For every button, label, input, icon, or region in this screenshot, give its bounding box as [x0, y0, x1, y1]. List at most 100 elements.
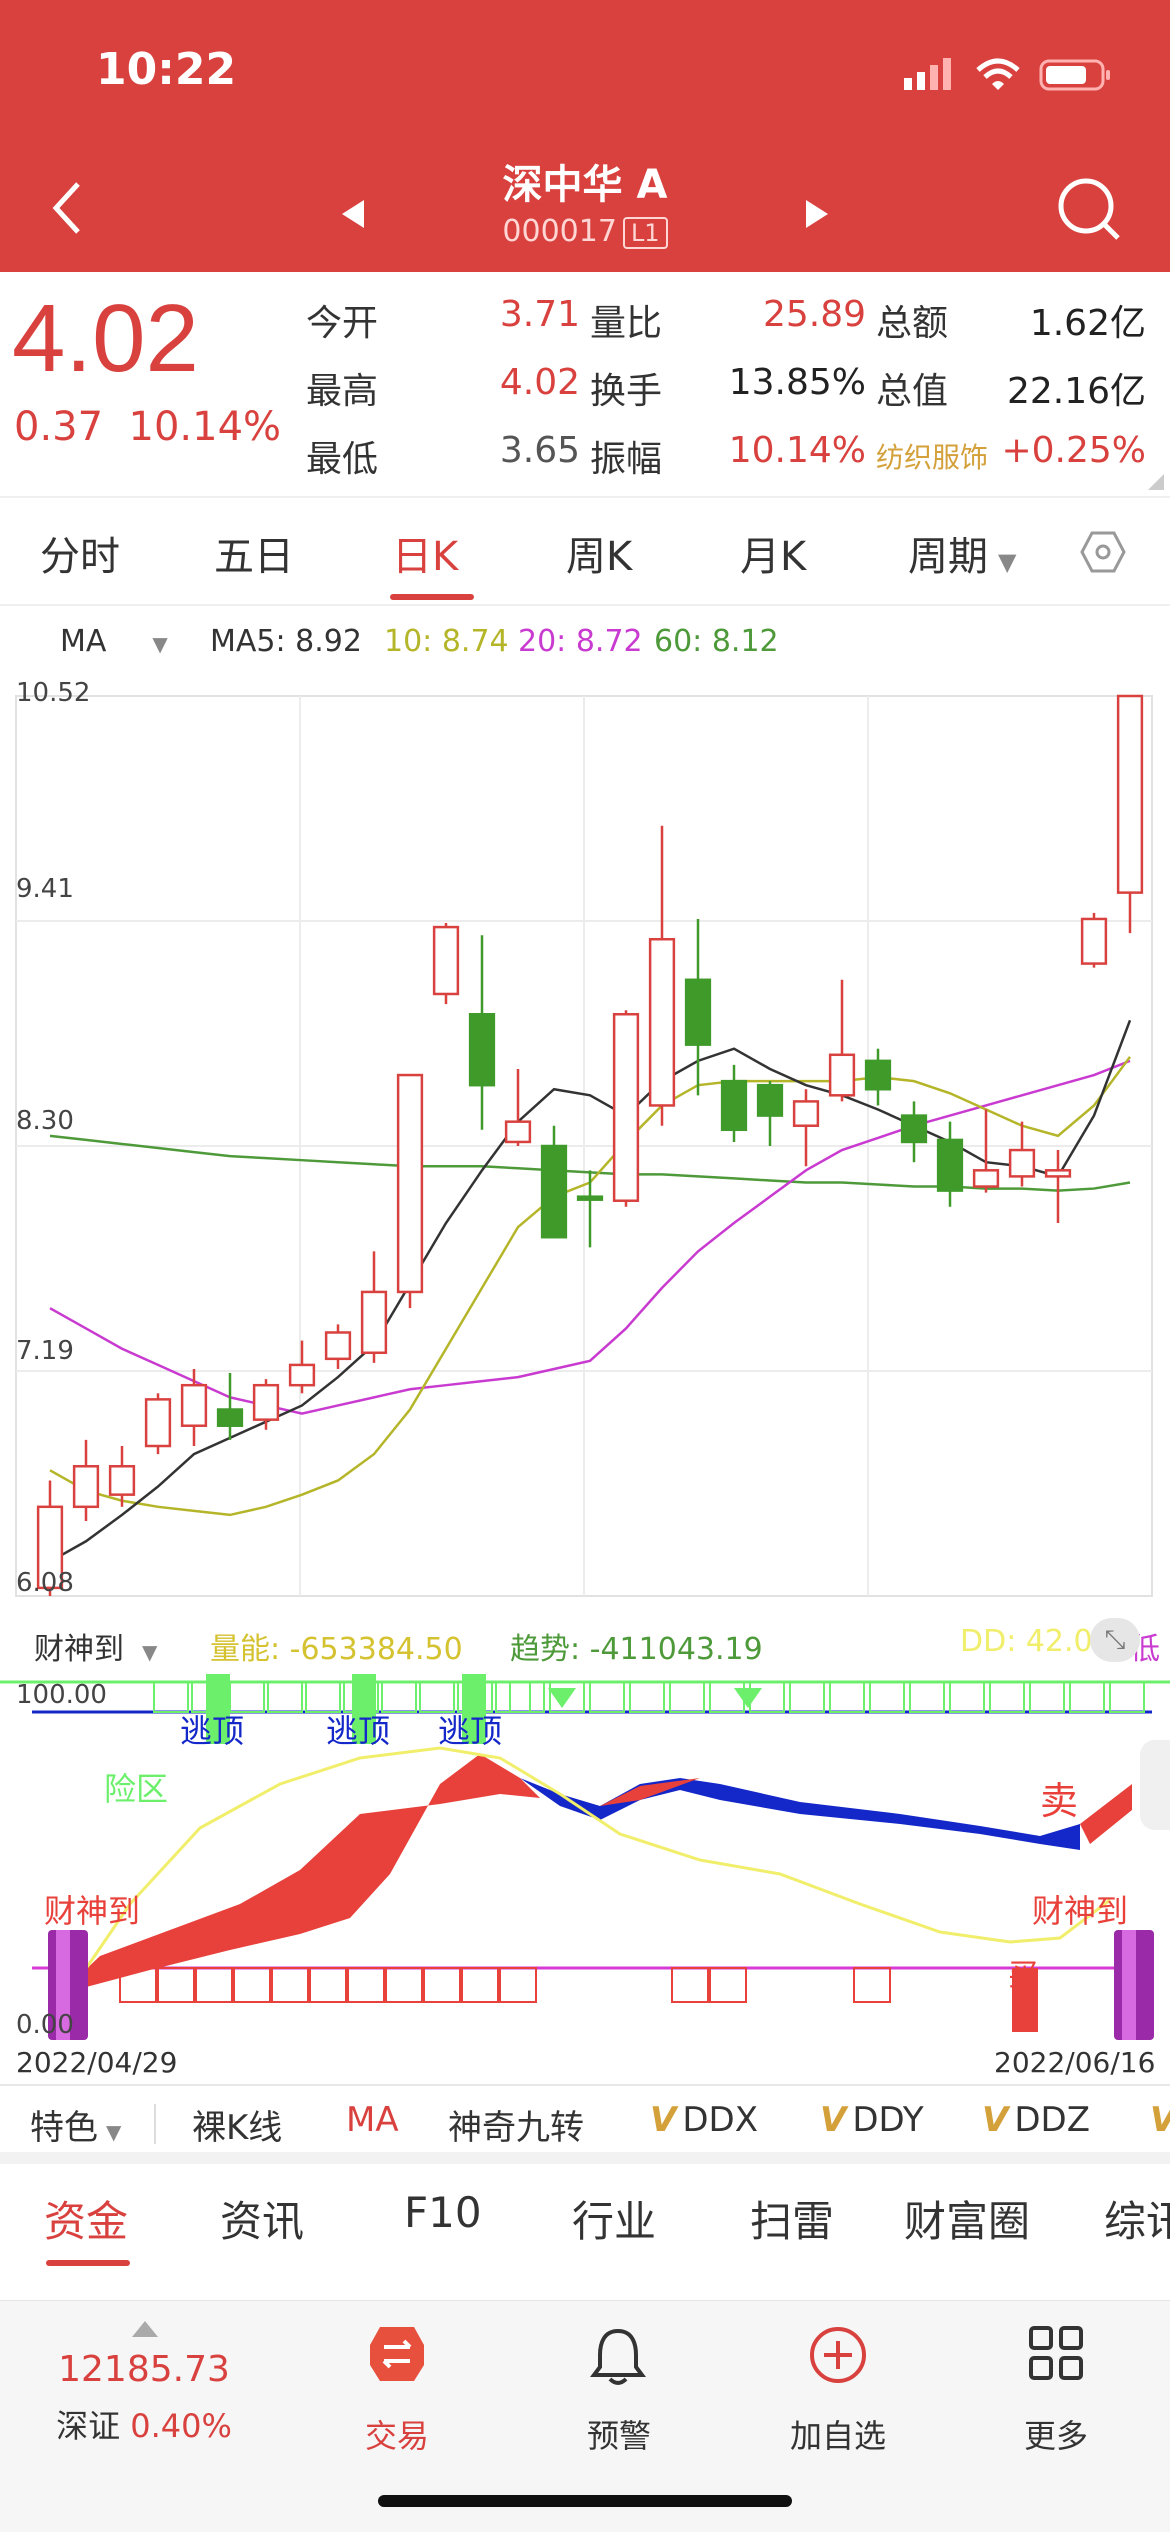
bottom-tab-news[interactable]: 资讯 [220, 2188, 304, 2249]
price-change-value: 0.37 [14, 404, 104, 450]
indicator-bg [0, 1674, 1170, 2044]
candle-up [972, 1169, 1000, 1188]
candle-up [648, 937, 676, 1107]
bell-icon[interactable] [588, 2325, 648, 2387]
indicator-name: 财神到 [34, 1632, 124, 1667]
next-stock-icon[interactable] [804, 198, 830, 230]
y-tick-label: 6.08 [16, 1568, 74, 1598]
candle-down [900, 1114, 928, 1144]
feature-selector[interactable]: 特色 ▼ [30, 2100, 121, 2149]
tab-monthly-k[interactable]: 月K [740, 524, 806, 582]
feature-ddx[interactable]: V DDX [650, 2100, 758, 2140]
tab-intraday[interactable]: 分时 [40, 524, 120, 582]
feature-naked-k[interactable]: 裸K线 [192, 2100, 282, 2149]
indicator-bottom-label: 0.00 [16, 2010, 74, 2040]
feature-ddy[interactable]: V DDY [820, 2100, 924, 2140]
buy-signal-label: 买 [1008, 1958, 1038, 1993]
god-signal-label: 财神到 [1032, 1892, 1129, 1930]
bottom-tab-underline [46, 2260, 130, 2266]
ma60-value: 60: 8.12 [654, 624, 779, 659]
stock-code: 000017 [502, 214, 617, 249]
trade-icon[interactable] [368, 2325, 426, 2383]
signal-bar-2 [917, 72, 925, 90]
feature-magic-nine[interactable]: 神奇九转 [448, 2100, 584, 2149]
bottom-tab-industry[interactable]: 行业 [572, 2188, 656, 2249]
tabbar-more[interactable]: 更多 [998, 2411, 1114, 2457]
index-value[interactable]: 12185.73 [24, 2349, 264, 2390]
side-handle[interactable] [1140, 1740, 1170, 1830]
label-market-cap: 总值 [876, 371, 949, 412]
tabbar-alert[interactable]: 预警 [562, 2411, 676, 2457]
feature-ma[interactable]: MA [346, 2100, 399, 2140]
tabbar-add-watchlist[interactable]: 加自选 [778, 2411, 898, 2457]
candle-up [396, 1073, 424, 1294]
ma20-value: 20: 8.72 [518, 624, 643, 659]
indicator-chart[interactable] [0, 1674, 1170, 2044]
price-change-pct: 10.14% [128, 404, 282, 450]
indicator-selector[interactable]: 财神到 ▼ [34, 1624, 157, 1668]
expand-icon[interactable]: ⤡ [1090, 1618, 1140, 1662]
candle-down [864, 1059, 892, 1091]
candle-down [468, 1012, 496, 1087]
y-tick-label: 8.30 [16, 1106, 74, 1136]
candle-up [432, 925, 460, 996]
candle-up [108, 1465, 136, 1496]
indicator-dd: DD: 42.0 [960, 1624, 1093, 1659]
settings-hexagon-icon[interactable] [1080, 530, 1126, 574]
indicator-volume: 量能: -653384.50 [210, 1632, 463, 1667]
indicator-top-label: 100.00 [16, 1680, 107, 1710]
search-icon[interactable] [1056, 176, 1122, 242]
escape-top-label: 逃顶 [438, 1712, 503, 1750]
sector-name[interactable]: 纺织服饰 [876, 436, 988, 476]
home-indicator[interactable] [378, 2495, 792, 2507]
candle-up [324, 1331, 352, 1361]
god-bar-right-highlight [1122, 1930, 1136, 2040]
index-name: 深证 [56, 2407, 121, 2445]
candle-up [180, 1383, 208, 1427]
bottom-tab-wealth-circle[interactable]: 财富圈 [904, 2188, 1030, 2249]
value-turnover-rate: 13.85% [728, 362, 866, 403]
y-tick-label: 10.52 [16, 678, 91, 708]
bottom-tab-f10[interactable]: F10 [404, 2188, 482, 2237]
bottom-tab-bar: 12185.73 深证 0.40% 交易 预警 加自选 更多 [0, 2300, 1170, 2532]
sector-change: +0.25% [1001, 430, 1146, 471]
bottom-tab-funds[interactable]: 资金 [44, 2188, 128, 2249]
y-tick-label: 9.41 [16, 874, 74, 904]
header: 10:22 深中华 A 000017 L1 [0, 0, 1170, 272]
bottom-tab-overview[interactable]: 综讯 [1104, 2188, 1170, 2249]
feature-ddz[interactable]: V DDZ [982, 2100, 1090, 2140]
candlestick-chart[interactable] [0, 676, 1170, 1616]
tab-active-underline [390, 594, 474, 600]
tabbar-trade[interactable]: 交易 [340, 2411, 454, 2457]
grid-more-icon[interactable] [1028, 2325, 1084, 2381]
candle-down [216, 1408, 244, 1427]
tab-period[interactable]: 周期 ▼ [908, 524, 1016, 582]
ma10-value: 10: 8.74 [384, 624, 509, 659]
wifi-icon [976, 58, 1020, 90]
tab-weekly-k[interactable]: 周K [566, 524, 632, 582]
candle-down [756, 1083, 784, 1117]
tab-five-day[interactable]: 五日 [214, 524, 294, 582]
feature-selector-label: 特色 [30, 2108, 98, 2148]
tab-daily-k[interactable]: 日K [392, 524, 458, 582]
escape-top-label: 逃顶 [326, 1712, 391, 1750]
y-tick-label: 7.19 [16, 1336, 74, 1366]
label-amplitude: 振幅 [590, 439, 663, 480]
candle-up [1008, 1148, 1036, 1178]
add-watchlist-icon[interactable] [808, 2325, 868, 2385]
ma-selector[interactable]: MA ▼ [60, 624, 168, 659]
index-change[interactable]: 深证 0.40% [24, 2401, 264, 2447]
feature-more-vip[interactable]: V [1150, 2100, 1170, 2140]
vip-v-icon: V [1150, 2100, 1170, 2140]
candle-up [1080, 917, 1108, 965]
ma5-value: MA5: 8.92 [210, 624, 362, 659]
value-turnover-amount: 1.62亿 [1029, 303, 1146, 344]
section-gap [0, 2152, 1170, 2164]
app-root: 10:22 深中华 A 000017 L1 4.02 0.37 10.14% 今… [0, 0, 1170, 2532]
feature-ddx-label: DDX [682, 2100, 758, 2140]
bottom-tab-risk-scan[interactable]: 扫雷 [750, 2188, 834, 2249]
risk-zone-label: 险区 [104, 1770, 169, 1808]
value-amplitude: 10.14% [728, 430, 866, 471]
caret-up-icon[interactable] [132, 2321, 158, 2337]
god-signal-label: 财神到 [44, 1892, 141, 1930]
